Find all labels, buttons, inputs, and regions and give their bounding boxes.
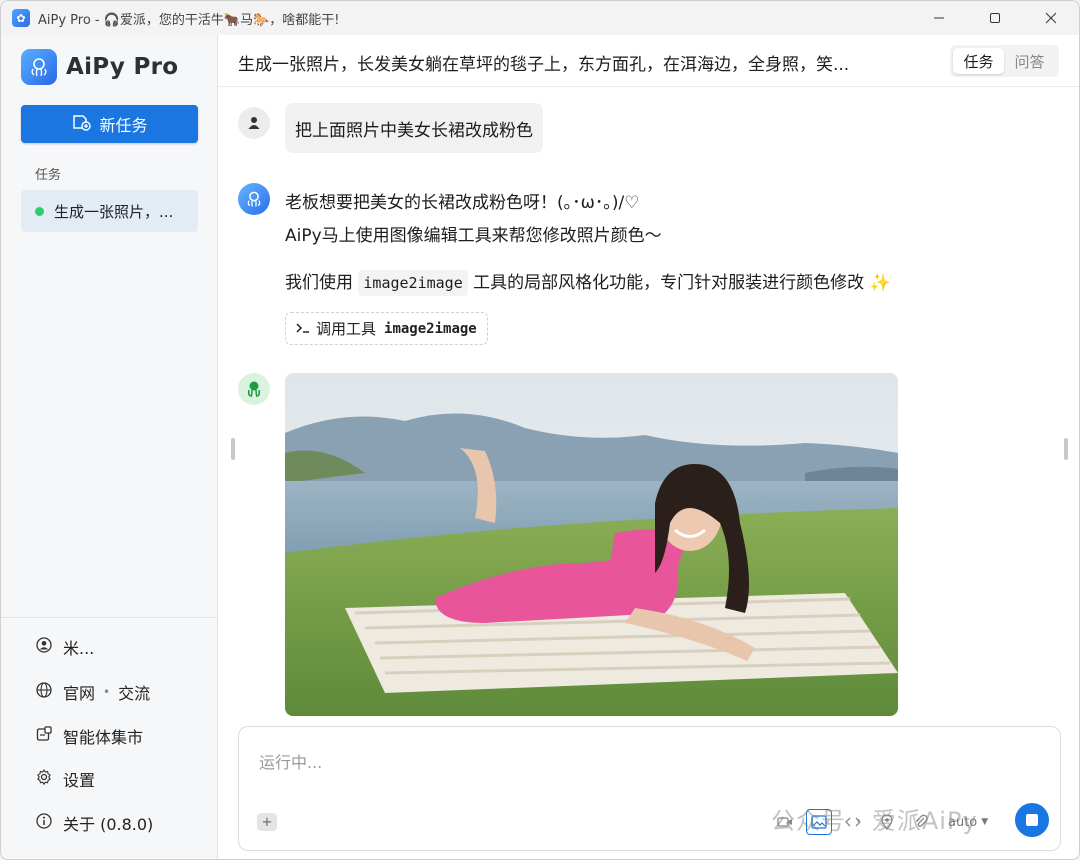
sidebar-link-about[interactable]: 关于 (0.8.0)	[35, 811, 153, 835]
ai-message-line-1: 老板想要把美女的长裙改成粉色呀！(｡･ω･｡)/♡	[285, 193, 640, 213]
maximize-icon[interactable]	[967, 1, 1023, 35]
tasks-section-label: 任务	[35, 168, 62, 183]
user-icon	[35, 637, 53, 657]
composer-input[interactable]: 运行中...	[259, 749, 322, 773]
globe-icon	[35, 682, 53, 702]
sidebar-divider	[1, 617, 217, 618]
sidebar-link-agent-market[interactable]: 智能体集市	[35, 724, 143, 748]
brand-logo-icon	[21, 49, 57, 85]
ai-message-line-3: 我们使用 image2image 工具的局部风格化功能，专门针对服装进行颜色修改…	[285, 268, 891, 296]
close-icon[interactable]	[1023, 1, 1079, 35]
user-name: 米...	[63, 639, 95, 658]
brand: AiPy Pro	[21, 49, 178, 85]
agent-market-icon	[35, 726, 53, 746]
about-label: 关于 (0.8.0)	[63, 815, 154, 834]
tab-task[interactable]: 任务	[953, 48, 1004, 74]
user-message: 把上面照片中美女长裙改成粉色	[285, 103, 543, 153]
tool-call-label: 调用工具	[316, 320, 377, 338]
new-task-button[interactable]: 新任务	[21, 105, 198, 143]
stop-button[interactable]	[1015, 803, 1049, 837]
right-resize-handle[interactable]	[1064, 438, 1068, 460]
ai-avatar	[238, 183, 270, 215]
sidebar: AiPy Pro 新任务 任务 生成一张照片，... 米... 官网 • 交流 …	[1, 35, 218, 859]
main-panel: 生成一张照片，长发美女躺在草坪的毯子上，东方面孔，在洱海边，全身照，笑... 任…	[218, 35, 1079, 859]
link-separator: •	[103, 685, 111, 699]
agent-market-label: 智能体集市	[63, 728, 144, 747]
sidebar-task-item[interactable]: 生成一张照片，...	[21, 190, 198, 232]
inline-code: image2image	[358, 270, 468, 296]
terminal-icon	[296, 320, 310, 338]
gear-icon	[35, 768, 53, 789]
watermark: 公众号 · 爱派AiPy	[771, 807, 978, 835]
sidebar-link-website[interactable]: 官网 • 交流	[35, 680, 150, 704]
main-header: 生成一张照片，长发美女躺在草坪的毯子上，东方面孔，在洱海边，全身照，笑... 任…	[218, 35, 1079, 87]
ai-message-line-2: AiPy马上使用图像编辑工具来帮您修改照片颜色～	[285, 226, 662, 246]
window-title: AiPy Pro - 🎧爱派，您的干活牛🐂马🐎，啥都能干!	[38, 12, 340, 28]
sidebar-link-user[interactable]: 米...	[35, 635, 94, 659]
new-task-icon	[71, 113, 92, 135]
chevron-down-icon: ▼	[981, 817, 989, 827]
generated-photo[interactable]	[285, 373, 898, 716]
tool-call-chip[interactable]: 调用工具 image2image	[285, 312, 488, 345]
tab-qa[interactable]: 问答	[1004, 48, 1055, 74]
app-window: ✿ AiPy Pro - 🎧爱派，您的干活牛🐂马🐎，啥都能干! AiPy Pro	[0, 0, 1080, 860]
left-resize-handle[interactable]	[231, 438, 235, 460]
brand-name: AiPy Pro	[66, 54, 179, 80]
settings-label: 设置	[63, 771, 96, 790]
user-avatar	[238, 107, 270, 139]
ai-line3-suffix: 工具的局部风格化功能，专门针对服装进行颜色修改 ✨	[473, 273, 891, 293]
community-link[interactable]: 交流	[118, 680, 150, 704]
mode-toggle: 任务 问答	[950, 45, 1059, 77]
stop-icon	[1026, 814, 1038, 826]
title-bar: ✿ AiPy Pro - 🎧爱派，您的干活牛🐂马🐎，啥都能干!	[1, 1, 1079, 35]
minimize-icon[interactable]	[911, 1, 967, 35]
ai-line3-prefix: 我们使用	[285, 273, 353, 293]
website-link[interactable]: 官网	[63, 680, 95, 704]
sidebar-link-settings[interactable]: 设置	[35, 767, 95, 791]
new-task-label: 新任务	[99, 116, 148, 135]
task-status-dot	[35, 206, 44, 216]
info-icon	[35, 813, 53, 833]
task-item-label: 生成一张照片，...	[54, 202, 174, 221]
add-attachment-icon[interactable]: +	[257, 813, 277, 831]
tool-avatar-icon	[238, 373, 270, 405]
tool-call-name: image2image	[384, 320, 477, 337]
window-controls	[911, 1, 1079, 35]
app-logo-icon: ✿	[12, 9, 30, 27]
conversation-title: 生成一张照片，长发美女躺在草坪的毯子上，东方面孔，在洱海边，全身照，笑...	[238, 55, 850, 75]
